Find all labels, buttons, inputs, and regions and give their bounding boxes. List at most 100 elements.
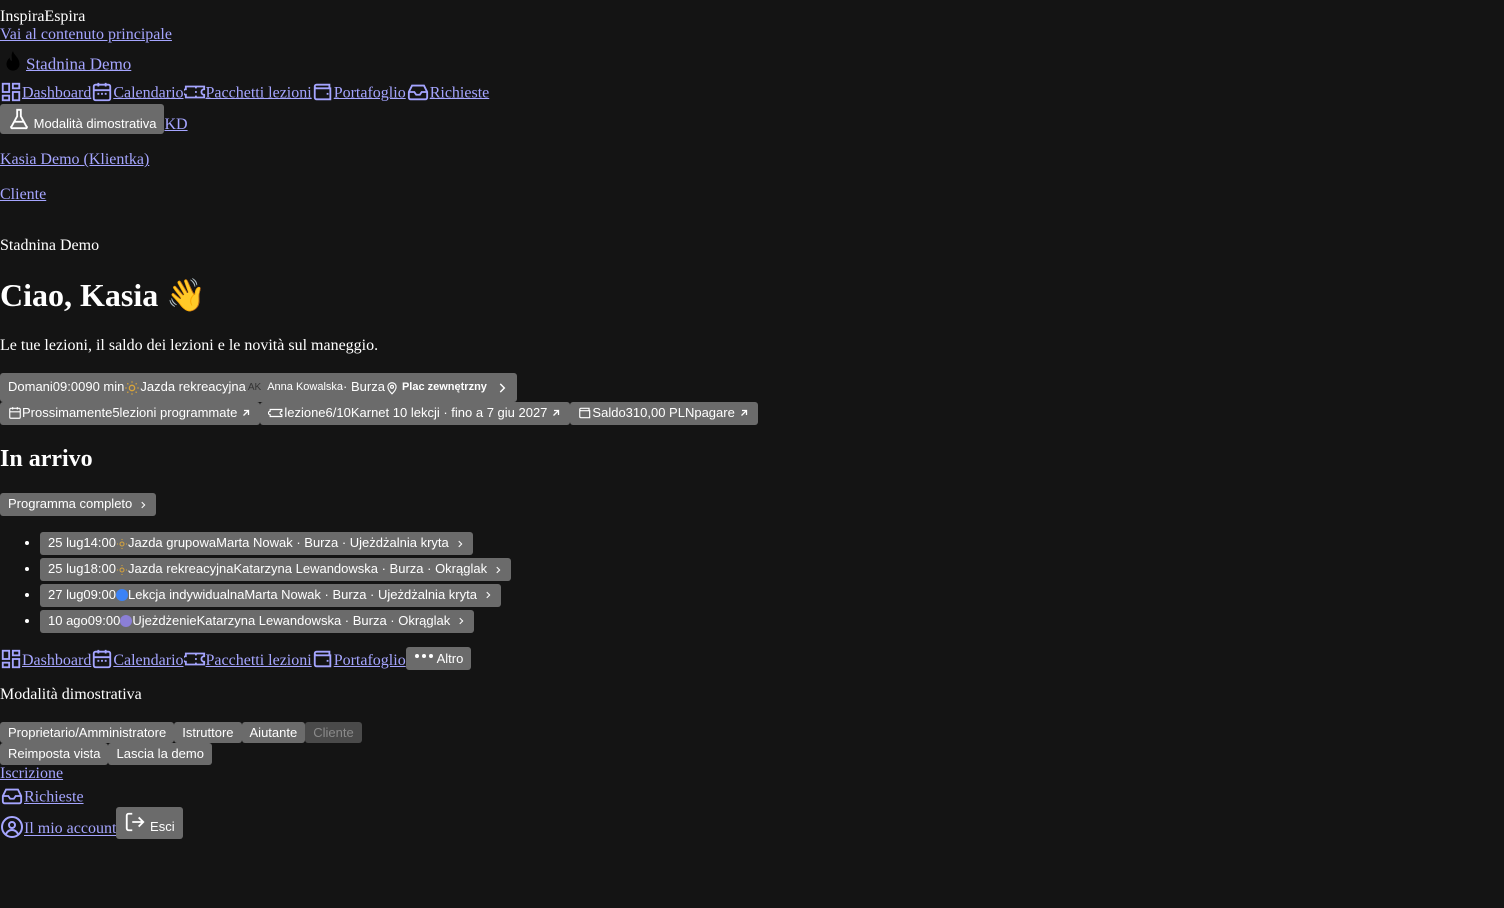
chevron-right-icon [483,589,493,601]
lesson-time: 09:00 [83,587,116,602]
demo-mode-button[interactable]: Modalità dimostrativa [0,103,165,135]
upcoming-lesson-card[interactable]: 25 lug14:00 Jazda grupowaMarta Nowak · B… [40,532,473,556]
calendar-icon [91,648,113,670]
nav-calendario[interactable]: Calendario [113,84,183,101]
list-item: 10 ago09:00 UjeżdżenieKatarzyna Lewandow… [40,609,1504,633]
signup-link[interactable]: Iscrizione [0,765,63,782]
full-schedule-button[interactable]: Programma completo [0,493,157,517]
user-circle-icon [0,815,24,839]
arrow-up-right-icon [240,407,252,419]
stat-balance-suffix: pagare [694,404,735,420]
lesson-time: 18:00 [83,561,116,577]
stat-lessons-label: lezione [284,404,326,420]
next-lesson-duration: 90 min [85,379,125,395]
stat-lessons-card[interactable]: lezione 6/10 Karnet 10 lekcji · fino a 7 g… [260,401,571,425]
page-subtitle: Le tue lezioni, il saldo dei lezioni e l… [0,337,379,355]
stable-link[interactable]: Stadnina Demo [26,54,131,73]
lesson-title: Jazda grupowa [127,535,217,551]
chevron-right-icon [455,538,465,550]
lesson-date: 25 lug [48,535,84,551]
next-lesson-card[interactable]: Domani 09:00 90 min Jazda rekreacyjna AK A… [0,372,517,402]
sun-icon [116,564,128,576]
more-dots-icon [414,653,434,659]
lesson-title: Jazda rekreacyjna [127,561,234,577]
user-name-link[interactable]: Kasia Demo (Klientka) [0,151,149,168]
next-lesson-place: Plac zewnętrzny [401,381,487,394]
stat-balance-value: 310,00 PLN [625,404,695,420]
upcoming-lesson-card[interactable]: 27 lug09:00 Lekcja indywidualnaMarta Now… [40,584,501,607]
account-link[interactable]: Il mio account [24,821,116,838]
lesson-time: 14:00 [83,535,116,551]
dashboard-icon [0,648,22,670]
chevron-right-icon [493,564,503,576]
list-item: 25 lug14:00 Jazda grupowaMarta Nowak · B… [40,532,1504,556]
bottom-nav: Dashboard Calendario Pacchetti lezioni Port… [0,646,1504,671]
lesson-date: 25 lug [48,561,84,577]
wallet-small-icon [578,406,592,420]
next-lesson-title: Jazda rekreacyjna [140,379,246,395]
chevron-right-icon [138,499,148,511]
reset-view-button[interactable]: Reimposta vista [0,743,109,766]
upcoming-list: 25 lug14:00 Jazda grupowaMarta Nowak · B… [0,532,1504,633]
ticket-icon [183,648,206,670]
bottom-nav-calendario[interactable]: Calendario [113,652,183,669]
next-lesson-when: Domani [8,379,53,395]
lesson-color-dot [120,615,133,628]
lesson-details: Marta Nowak · Burza · Ujeżdżalnia kryta [244,587,477,602]
logout-button[interactable]: Esci [116,807,183,840]
instructor-avatar: AK [247,381,262,393]
sun-icon [116,538,128,550]
upcoming-heading: In arrivo [0,445,93,472]
leave-demo-button[interactable]: Lascia la demo [108,743,212,766]
next-lesson-time: 09:00 [52,379,86,395]
user-role-link[interactable]: Cliente [0,186,46,203]
role-client-button[interactable]: Cliente [305,721,362,744]
bottom-nav-dashboard[interactable]: Dashboard [22,652,91,669]
avatar[interactable]: KD [164,116,187,133]
bottom-nav-pacchetti[interactable]: Pacchetti lezioni [206,652,312,669]
arrow-up-right-icon [738,407,750,419]
brand-name: InspiraEspira [0,8,86,25]
chevron-right-icon [495,380,509,396]
bottom-nav-portafoglio[interactable]: Portafoglio [334,652,406,669]
role-owner-button[interactable]: Proprietario/Amministratore [0,721,175,744]
more-label: Altro [436,650,464,666]
wallet-icon [312,648,334,670]
stat-upcoming-card[interactable]: Prossimamente 5 lezioni programmate [0,401,261,425]
nav-richieste[interactable]: Richieste [430,84,490,101]
arrow-up-right-icon [550,407,562,419]
stat-upcoming-suffix: lezioni programmate [119,404,238,420]
stat-balance-card[interactable]: Saldo 310,00 PLN pagare [570,401,758,425]
stat-lessons-value: 6/10 [325,404,351,420]
upcoming-lesson-card[interactable]: 10 ago09:00 UjeżdżenieKatarzyna Lewandow… [40,609,475,633]
ticket-icon [183,81,206,103]
upcoming-lesson-card[interactable]: 25 lug18:00 Jazda rekreacyjnaKatarzyna L… [40,558,512,581]
role-helper-button[interactable]: Aiutante [241,721,306,744]
greeting-heading: Ciao, Kasia 👋 [0,276,207,313]
flame-logo-icon [0,49,26,75]
calendar-small-icon [8,406,22,420]
stat-upcoming-label: Prossimamente [22,404,113,420]
lesson-date: 27 lug [48,587,84,602]
role-instructor-button[interactable]: Istruttore [174,721,242,744]
dashboard-icon [0,81,22,103]
inbox-icon [0,785,24,807]
stat-lessons-suffix: Karnet 10 lekcji · fino a 7 giu 2027 [350,404,548,420]
lesson-title: Ujeżdżenie [132,612,197,628]
top-nav: Dashboard Calendario Pacchetti lezioni Port… [0,81,1504,103]
lesson-date: 10 ago [48,612,88,628]
nav-portafoglio[interactable]: Portafoglio [334,84,406,101]
full-schedule-label: Programma completo [8,496,133,512]
next-lesson-instructor: Anna Kowalska [267,381,344,394]
nav-pacchetti[interactable]: Pacchetti lezioni [206,84,312,101]
next-lesson-horse: · Burza [343,379,385,395]
ticket-small-icon [268,406,284,420]
skip-link[interactable]: Vai al contenuto principale [0,26,172,43]
inbox-icon [406,81,430,103]
requests-link[interactable]: Richieste [24,789,84,806]
sun-icon [124,380,140,396]
more-button[interactable]: Altro [405,646,472,671]
logout-label: Esci [150,819,175,835]
nav-dashboard[interactable]: Dashboard [22,84,91,101]
wallet-icon [312,81,334,103]
